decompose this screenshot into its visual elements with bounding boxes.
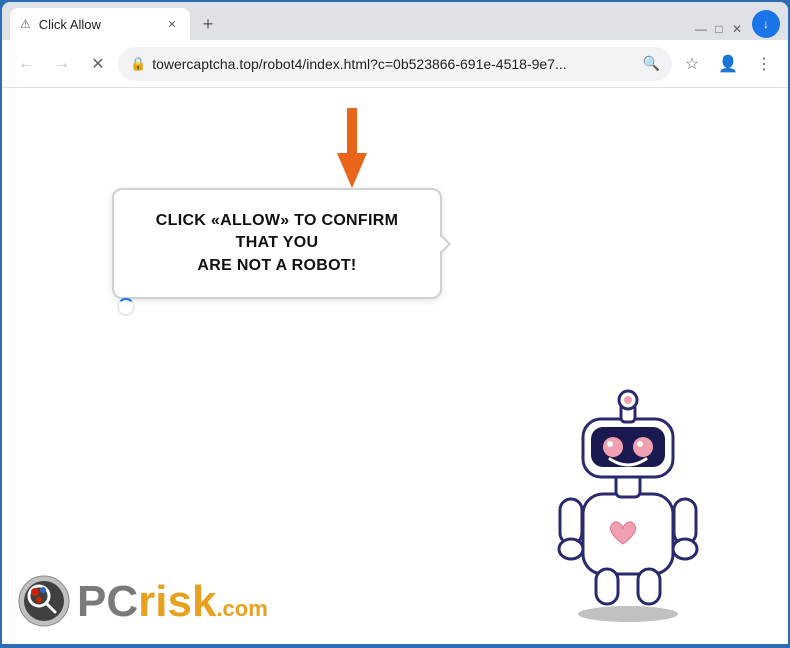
pcrisk-icon bbox=[17, 574, 72, 629]
page-content: CLICK «ALLOW» TO CONFIRM THAT YOU ARE NO… bbox=[2, 88, 788, 644]
pcrisk-pc-text: PC bbox=[77, 577, 138, 626]
orange-arrow bbox=[312, 103, 392, 198]
maximize-button[interactable]: □ bbox=[712, 22, 726, 36]
reload-button[interactable]: ✕ bbox=[82, 48, 114, 80]
bookmark-button[interactable]: ☆ bbox=[676, 48, 708, 80]
menu-button[interactable]: ⋮ bbox=[748, 48, 780, 80]
new-tab-button[interactable]: + bbox=[194, 10, 222, 38]
speech-bubble: CLICK «ALLOW» TO CONFIRM THAT YOU ARE NO… bbox=[112, 188, 442, 299]
search-icon[interactable]: 🔍 bbox=[643, 55, 660, 72]
lock-icon: 🔒 bbox=[130, 56, 146, 72]
browser-window: ⚠ Click Allow ✕ + — □ ✕ ↓ ← → ✕ 🔒 towerc… bbox=[2, 2, 788, 644]
robot-illustration bbox=[528, 364, 728, 624]
minimize-button[interactable]: — bbox=[694, 22, 708, 36]
speech-bubble-text: CLICK «ALLOW» TO CONFIRM THAT YOU ARE NO… bbox=[144, 210, 410, 277]
active-tab[interactable]: ⚠ Click Allow ✕ bbox=[10, 8, 190, 40]
pcrisk-logo: PCrisk.com bbox=[17, 574, 268, 629]
tab-favicon: ⚠ bbox=[20, 17, 31, 31]
pcrisk-risk-text: risk bbox=[138, 577, 216, 626]
window-close-button[interactable]: ✕ bbox=[730, 22, 744, 36]
pcrisk-text-container: PCrisk.com bbox=[77, 577, 268, 627]
back-button[interactable]: ← bbox=[10, 48, 42, 80]
address-bar-row: ← → ✕ 🔒 towercaptcha.top/robot4/index.ht… bbox=[2, 40, 788, 88]
pcrisk-com-text: .com bbox=[216, 596, 267, 621]
loading-spinner bbox=[117, 298, 135, 316]
url-text: towercaptcha.top/robot4/index.html?c=0b5… bbox=[152, 56, 636, 72]
extension-button[interactable]: ↓ bbox=[752, 10, 780, 38]
forward-button[interactable]: → bbox=[46, 48, 78, 80]
tab-close-button[interactable]: ✕ bbox=[164, 16, 180, 32]
address-bar[interactable]: 🔒 towercaptcha.top/robot4/index.html?c=0… bbox=[118, 47, 672, 81]
tab-title: Click Allow bbox=[39, 17, 156, 32]
profile-button[interactable]: 👤 bbox=[712, 48, 744, 80]
